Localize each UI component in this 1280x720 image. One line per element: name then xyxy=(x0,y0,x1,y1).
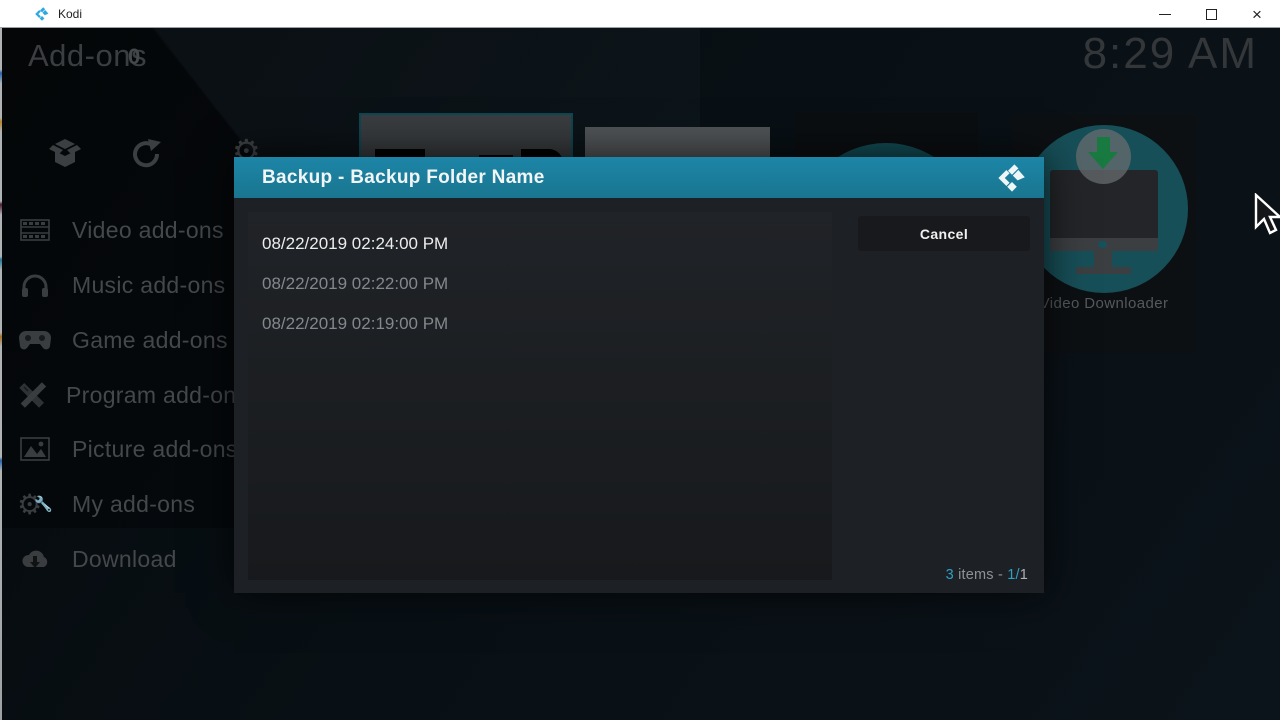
gear-wrench-icon: ⚙🔧 xyxy=(18,490,52,518)
sidebar-item-video-addons[interactable]: Video add-ons xyxy=(18,210,248,250)
film-icon xyxy=(18,216,52,244)
backup-list-item[interactable]: 08/22/2019 02:24:00 PM xyxy=(248,224,832,264)
sidebar-item-picture-addons[interactable]: Picture add-ons xyxy=(18,429,248,469)
sidebar-item-music-addons[interactable]: Music add-ons xyxy=(18,265,248,305)
items-count-status: 3 items - 1/1 xyxy=(946,567,1028,583)
backup-folder-dialog: Backup - Backup Folder Name 08/22/2019 0… xyxy=(234,157,1044,593)
mouse-cursor xyxy=(1254,193,1280,239)
close-button[interactable]: × xyxy=(1234,0,1280,28)
package-icon[interactable] xyxy=(48,136,82,170)
tools-icon xyxy=(18,381,46,409)
sidebar-item-label: Download xyxy=(72,546,177,573)
close-icon: × xyxy=(1252,6,1262,23)
dialog-title: Backup - Backup Folder Name xyxy=(262,167,545,189)
refresh-icon[interactable] xyxy=(128,136,164,172)
monitor-dot xyxy=(1098,241,1107,248)
sidebar-item-download[interactable]: Download xyxy=(18,539,248,579)
backup-list-item[interactable]: 08/22/2019 02:22:00 PM xyxy=(248,264,832,304)
kodi-logo-icon xyxy=(996,162,1028,194)
sidebar-item-my-addons[interactable]: ⚙🔧 My add-ons xyxy=(18,484,248,524)
sidebar-item-label: Program add-ons xyxy=(66,382,248,409)
sidebar-item-program-addons[interactable]: Program add-ons xyxy=(18,375,248,415)
clock: 8:29 AM xyxy=(1083,29,1258,79)
cancel-button[interactable]: Cancel xyxy=(858,216,1030,251)
sidebar-item-label: Music add-ons xyxy=(72,272,225,299)
update-count: 0 xyxy=(128,44,140,70)
sidebar-item-game-addons[interactable]: Game add-ons xyxy=(18,320,248,360)
sidebar-item-label: Game add-ons xyxy=(72,327,228,354)
sidebar-item-label: Picture add-ons xyxy=(72,436,238,463)
dialog-header: Backup - Backup Folder Name xyxy=(234,157,1044,198)
backup-list-item[interactable]: 08/22/2019 02:19:00 PM xyxy=(248,304,832,344)
window-titlebar: Kodi × xyxy=(0,0,1280,28)
maximize-button[interactable] xyxy=(1188,0,1234,28)
kodi-screen: Add-ons 8:29 AM ⚙ 0 Video add-ons xyxy=(0,28,1280,720)
window-title: Kodi xyxy=(58,7,82,21)
monitor-stand xyxy=(1094,251,1112,267)
screen-left-edge xyxy=(0,28,2,720)
cloud-download-icon xyxy=(18,545,52,573)
sidebar-item-label: My add-ons xyxy=(72,491,195,518)
item-count: 3 xyxy=(946,567,954,583)
picture-icon xyxy=(18,435,52,463)
gamepad-icon xyxy=(18,326,52,354)
page-current: 1/ xyxy=(1007,567,1020,583)
sidebar-item-label: Video add-ons xyxy=(72,217,224,244)
monitor-base xyxy=(1076,267,1131,274)
minimize-icon xyxy=(1159,14,1171,15)
page-total: 1 xyxy=(1020,567,1028,583)
items-label: items - xyxy=(954,567,1007,583)
minimize-button[interactable] xyxy=(1142,0,1188,28)
headphones-icon xyxy=(18,271,52,299)
kodi-logo-icon xyxy=(34,6,50,22)
maximize-icon xyxy=(1206,9,1217,20)
backup-list: 08/22/2019 02:24:00 PM 08/22/2019 02:22:… xyxy=(248,212,832,580)
